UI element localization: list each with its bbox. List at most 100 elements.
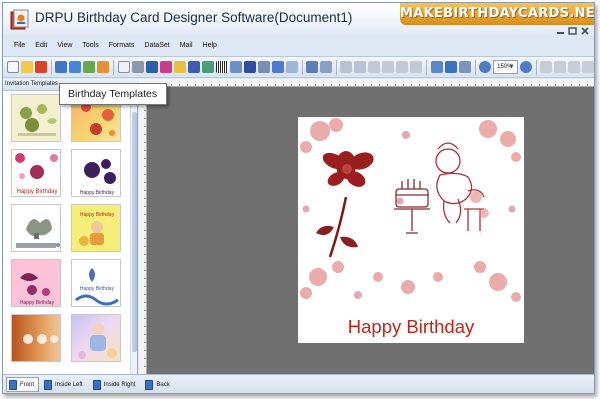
- template-4-caption: Happy Birthday: [80, 190, 115, 196]
- menu-file[interactable]: File: [9, 40, 30, 54]
- minimize-icon[interactable]: [556, 27, 566, 35]
- unlock-icon[interactable]: [553, 61, 566, 73]
- lock-icon[interactable]: [539, 61, 552, 73]
- forward-arrow-icon[interactable]: [581, 61, 594, 73]
- template-thumbnail[interactable]: [11, 204, 61, 252]
- flip-icon[interactable]: [410, 61, 423, 73]
- title-bar: DRPU Birthday Card Designer Software(Doc…: [3, 3, 594, 37]
- copy-icon[interactable]: [159, 61, 172, 73]
- menu-dataset[interactable]: DataSet: [139, 40, 174, 54]
- menu-formats[interactable]: Formats: [104, 40, 140, 54]
- zoom-select[interactable]: 150% ▼: [493, 60, 518, 74]
- template-7-caption: Happy Birthday: [20, 300, 55, 306]
- close-document-icon[interactable]: [35, 61, 47, 73]
- template-3-caption: Happy Birthday: [16, 189, 57, 195]
- menu-help[interactable]: Help: [198, 40, 222, 54]
- vertical-ruler: [139, 87, 147, 374]
- tab-invitation-templates[interactable]: Invitation Templates: [5, 81, 58, 87]
- menu-view[interactable]: View: [52, 40, 77, 54]
- flower-drawing: [316, 151, 374, 258]
- tab-back-label: Back: [156, 381, 170, 388]
- app-logo-icon: [10, 9, 29, 30]
- send-backward-icon[interactable]: [382, 61, 395, 73]
- print-icon[interactable]: [131, 61, 144, 73]
- child-drawing: [435, 142, 485, 231]
- close-icon[interactable]: [580, 27, 590, 35]
- window-controls: [556, 27, 590, 35]
- new-icon[interactable]: [7, 61, 19, 73]
- save-icon[interactable]: [55, 61, 68, 73]
- align-icon[interactable]: [396, 61, 409, 73]
- tab-inside-left[interactable]: Inside Left: [41, 377, 88, 392]
- signature-icon[interactable]: [257, 61, 270, 73]
- template-thumbnail[interactable]: [11, 314, 61, 362]
- menu-tools[interactable]: Tools: [77, 40, 103, 54]
- open-icon[interactable]: [21, 61, 33, 73]
- zoom-out-icon[interactable]: [519, 61, 532, 73]
- card-caption[interactable]: Happy Birthday: [348, 316, 475, 337]
- templates-scrollbar[interactable]: [130, 92, 137, 374]
- template-8-art: Happy Birthday: [75, 268, 119, 306]
- template-thumbnail[interactable]: [11, 94, 61, 142]
- page-icon: [9, 379, 17, 390]
- barcode-icon[interactable]: [215, 61, 228, 73]
- tab-back[interactable]: Back: [142, 377, 174, 392]
- brand-banner: MAKEBIRTHDAYCARDS.NET: [400, 3, 594, 25]
- shapes-icon[interactable]: [201, 61, 214, 73]
- toolbar: 150% ▼: [3, 56, 594, 78]
- menu-mail[interactable]: Mail: [175, 40, 198, 54]
- maximize-icon[interactable]: [568, 27, 578, 35]
- tab-front[interactable]: Front: [6, 377, 40, 392]
- chevron-down-icon: ▼: [508, 64, 515, 70]
- template-thumbnail[interactable]: Happy Birthday: [71, 259, 121, 307]
- menu-edit[interactable]: Edit: [30, 40, 52, 54]
- template-5-art: [16, 219, 60, 248]
- template-4-art: Happy Birthday: [80, 159, 116, 196]
- template-7-art: Happy Birthday: [20, 273, 55, 306]
- grid-icon[interactable]: [430, 61, 443, 73]
- back-arrow-icon[interactable]: [567, 61, 580, 73]
- tooltip: Birthday Templates: [59, 83, 167, 105]
- templates-panel: Invitation Templates Happy Birthday Happ…: [3, 79, 138, 374]
- template-thumbnail[interactable]: Happy Birthday: [11, 259, 61, 307]
- export-icon[interactable]: [97, 61, 110, 73]
- tab-front-label: Front: [20, 381, 35, 388]
- window-title: DRPU Birthday Card Designer Software(Doc…: [35, 10, 353, 25]
- scrollbar-thumb[interactable]: [132, 112, 137, 352]
- mail-icon[interactable]: [285, 61, 298, 73]
- canvas-workspace: Happy Birthday: [147, 87, 594, 374]
- database-icon[interactable]: [306, 61, 319, 73]
- text-icon[interactable]: [243, 61, 256, 73]
- watermark-icon[interactable]: [229, 61, 242, 73]
- template-thumbnail[interactable]: Happy Birthday: [71, 149, 121, 197]
- save-as-icon[interactable]: [69, 61, 82, 73]
- page-setup-icon[interactable]: [117, 61, 130, 73]
- rotate-icon[interactable]: [458, 61, 471, 73]
- template-10-art: [78, 323, 117, 359]
- tab-inside-right[interactable]: Inside Right: [90, 377, 141, 392]
- zoom-in-icon[interactable]: [479, 61, 492, 73]
- template-6-art: Happy Birthday: [79, 212, 115, 246]
- email-icon[interactable]: [145, 61, 158, 73]
- pencil-icon[interactable]: [187, 61, 200, 73]
- page-icon: [145, 379, 154, 390]
- template-3-art: Happy Birthday: [15, 153, 58, 195]
- image-icon[interactable]: [83, 61, 96, 73]
- template-thumbnail[interactable]: Happy Birthday: [11, 149, 61, 197]
- word-art-icon[interactable]: [271, 61, 284, 73]
- redo-icon[interactable]: [354, 61, 367, 73]
- page-icon: [44, 379, 53, 390]
- cylinder-icon[interactable]: [320, 61, 333, 73]
- paste-icon[interactable]: [173, 61, 186, 73]
- card-canvas[interactable]: Happy Birthday: [298, 117, 524, 343]
- undo-icon[interactable]: [340, 61, 353, 73]
- tab-inside-left-label: Inside Left: [55, 381, 83, 388]
- page-tabs-bar: Front Inside Left Inside Right Back: [3, 374, 594, 393]
- template-thumbnail[interactable]: [71, 314, 121, 362]
- bring-forward-icon[interactable]: [368, 61, 381, 73]
- cake-drawing: [394, 179, 430, 234]
- template-6-caption: Happy Birthday: [80, 212, 115, 218]
- template-thumbnail[interactable]: Happy Birthday: [71, 204, 121, 252]
- template-1-art: [18, 104, 57, 136]
- fit-icon[interactable]: [444, 61, 457, 73]
